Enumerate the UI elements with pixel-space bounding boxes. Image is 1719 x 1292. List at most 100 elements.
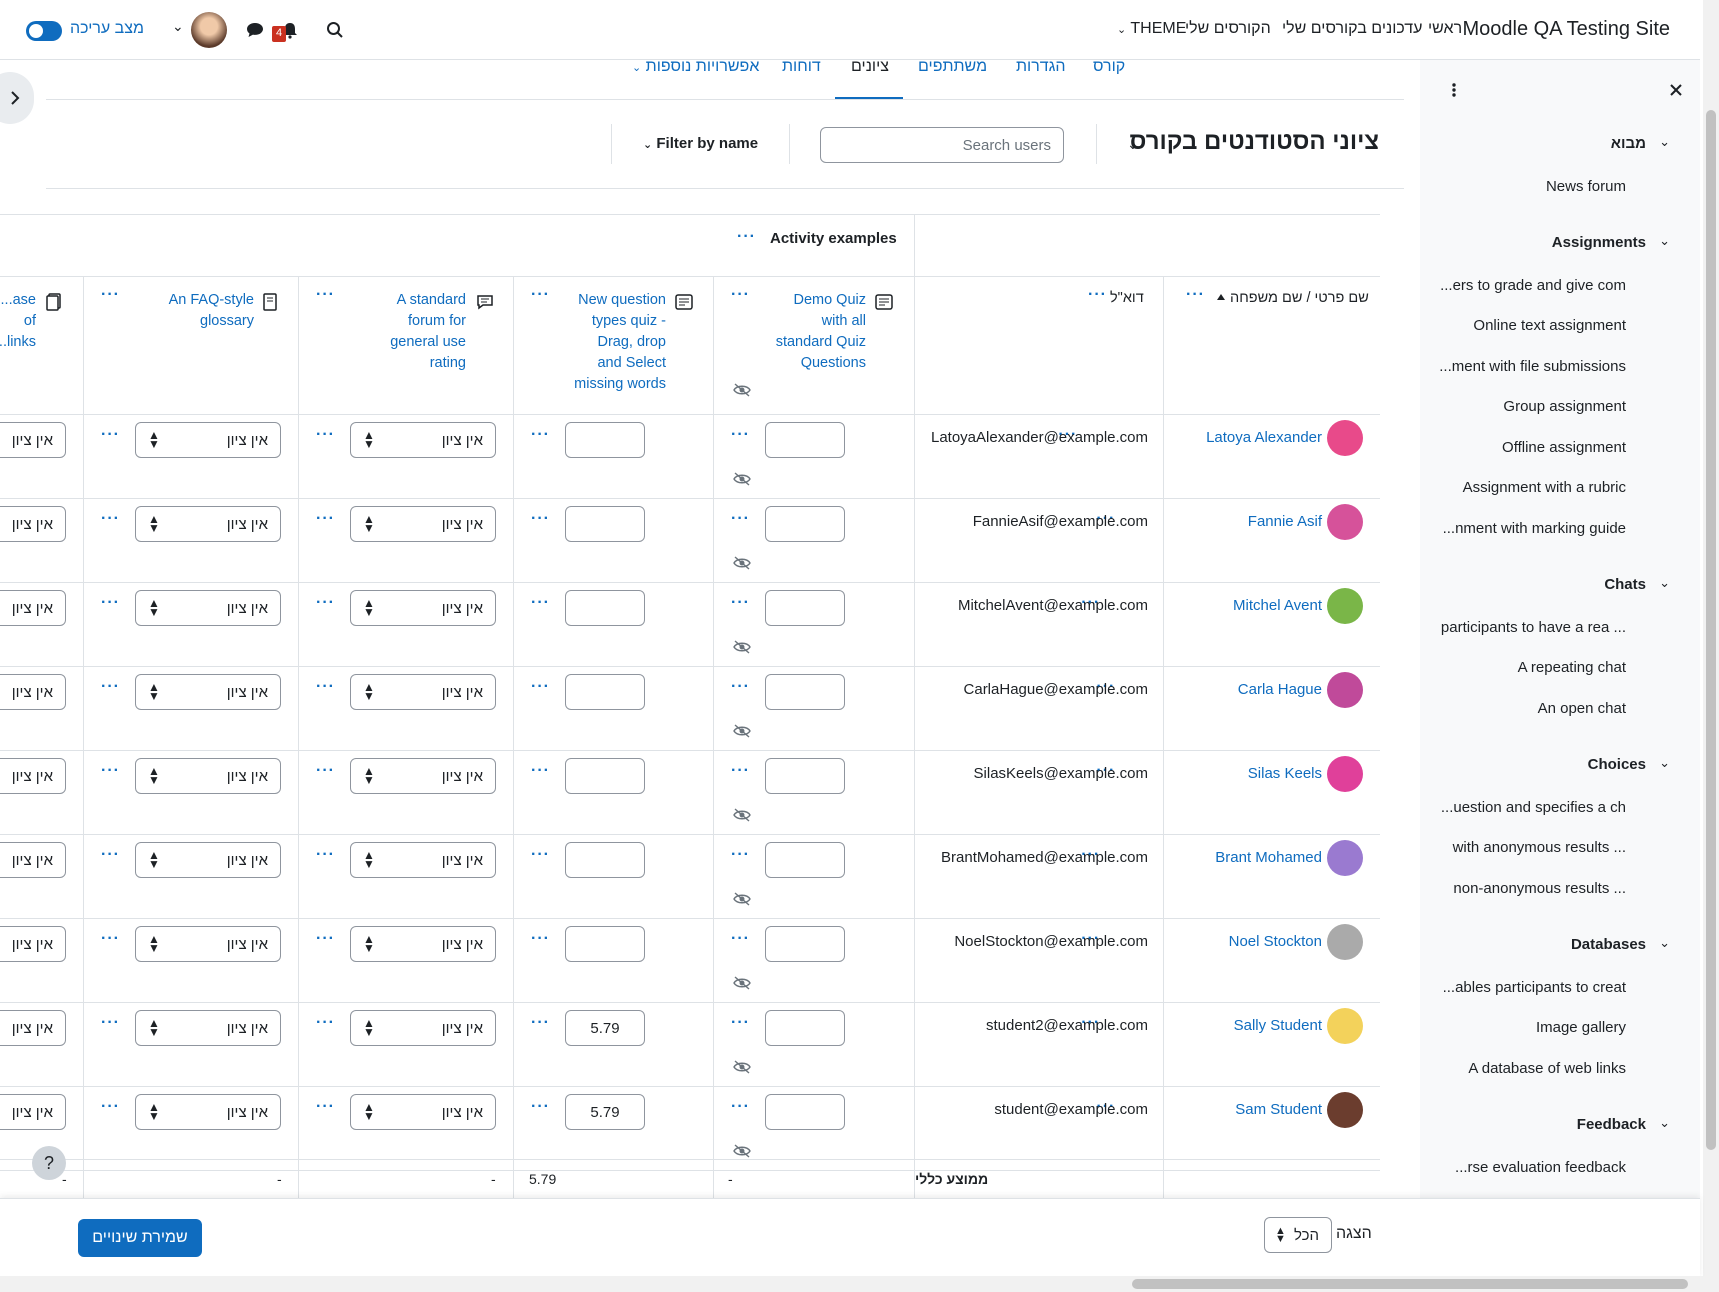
category-actions-icon[interactable]: ··· — [737, 228, 756, 246]
course-activity-link[interactable]: ...ables participants to creat — [1443, 979, 1626, 996]
tab-more[interactable]: ⌄ אפשרויות נוספות — [632, 58, 759, 76]
scrollbar-thumb[interactable] — [1132, 1279, 1688, 1289]
search-users-input[interactable]: Search users — [820, 127, 1064, 163]
grade-item-actions-icon[interactable]: ··· — [316, 286, 335, 304]
nav-theme[interactable]: ⌄ THEME — [1117, 20, 1186, 38]
grade-input-new-question-quiz[interactable] — [565, 422, 645, 458]
cell-actions-icon[interactable]: ··· — [731, 762, 750, 780]
grade-input-demo-quiz[interactable] — [765, 422, 845, 458]
cell-actions-icon[interactable]: ··· — [101, 594, 120, 612]
student-name-link[interactable]: Fannie Asif — [1248, 513, 1322, 530]
cell-actions-icon[interactable]: ··· — [101, 1098, 120, 1116]
grade-item-new-question-quiz[interactable]: New question types quiz - Drag, drop and… — [570, 290, 666, 395]
grade-select-database[interactable]: אין ציון — [0, 422, 66, 458]
grade-select-forum[interactable]: אין ציון ▲ ▼ — [350, 1010, 496, 1046]
student-name-link[interactable]: Mitchel Avent — [1233, 597, 1322, 614]
cell-actions-icon[interactable]: ··· — [731, 426, 750, 444]
open-course-index-button[interactable] — [0, 72, 34, 124]
more-vertical-icon[interactable] — [1450, 82, 1458, 98]
close-icon[interactable] — [1670, 84, 1682, 96]
grade-select-glossary[interactable]: אין ציון ▲ ▼ — [135, 674, 281, 710]
tab-participants[interactable]: משתתפים — [918, 58, 987, 76]
grade-input-new-question-quiz[interactable] — [565, 506, 645, 542]
grade-input-demo-quiz[interactable] — [765, 1094, 845, 1130]
grade-select-database[interactable]: אין ציון — [0, 926, 66, 962]
cell-actions-icon[interactable]: ··· — [316, 594, 335, 612]
chevron-down-icon[interactable]: ⌄ — [172, 18, 184, 35]
grade-item-actions-icon[interactable]: ··· — [101, 286, 120, 304]
course-section-5[interactable]: Feedback — [1577, 1116, 1646, 1133]
course-activity-link[interactable]: Image gallery — [1536, 1019, 1626, 1036]
grade-select-glossary[interactable]: אין ציון ▲ ▼ — [135, 842, 281, 878]
grade-input-demo-quiz[interactable] — [765, 1010, 845, 1046]
message-icon[interactable] — [246, 22, 264, 38]
student-name-link[interactable]: Brant Mohamed — [1215, 849, 1322, 866]
grade-select-forum[interactable]: אין ציון ▲ ▼ — [350, 590, 496, 626]
cell-actions-icon[interactable]: ··· — [531, 846, 550, 864]
cell-actions-icon[interactable]: ··· — [316, 930, 335, 948]
page-title[interactable]: ציוני הסטודנטים בקורס — [1130, 128, 1379, 156]
course-activity-link[interactable]: with anonymous results ... — [1453, 839, 1626, 856]
search-icon[interactable] — [326, 21, 344, 39]
cell-actions-icon[interactable]: ··· — [316, 510, 335, 528]
grade-select-database[interactable]: אין ציון — [0, 842, 66, 878]
course-activity-link[interactable]: ...ers to grade and give com — [1440, 277, 1626, 294]
cell-actions-icon[interactable]: ··· — [531, 510, 550, 528]
grade-input-demo-quiz[interactable] — [765, 926, 845, 962]
grade-item-actions-icon[interactable]: ··· — [531, 286, 550, 304]
grade-select-database[interactable]: אין ציון — [0, 590, 66, 626]
cell-actions-icon[interactable]: ··· — [531, 1098, 550, 1116]
column-header-email[interactable]: דוא"ל — [1110, 290, 1144, 306]
cell-actions-icon[interactable]: ··· — [731, 930, 750, 948]
grade-select-glossary[interactable]: אין ציון ▲ ▼ — [135, 926, 281, 962]
horizontal-scrollbar[interactable] — [0, 1276, 1703, 1292]
grade-input-new-question-quiz[interactable] — [565, 926, 645, 962]
course-section-3[interactable]: Choices — [1588, 756, 1646, 773]
site-name[interactable]: Moodle QA Testing Site — [1462, 18, 1670, 41]
course-activity-link[interactable]: ...nment with marking guide — [1443, 520, 1626, 537]
sort-asc-icon[interactable] — [1216, 293, 1226, 301]
grade-item-demo-quiz[interactable]: Demo Quiz with all standard Quiz Questio… — [770, 290, 866, 374]
cell-actions-icon[interactable]: ··· — [731, 678, 750, 696]
course-activity-link[interactable]: Assignment with a rubric — [1463, 479, 1626, 496]
chevron-down-icon[interactable]: ⌄ — [1659, 935, 1670, 951]
grade-select-database[interactable]: אין ציון — [0, 1010, 66, 1046]
view-select[interactable]: הכל ▲ ▼ — [1264, 1217, 1332, 1253]
cell-actions-icon[interactable]: ··· — [316, 678, 335, 696]
course-activity-link[interactable]: Offline assignment — [1502, 439, 1626, 456]
course-activity-link[interactable]: A database of web links — [1468, 1060, 1626, 1077]
grade-select-database[interactable]: אין ציון — [0, 674, 66, 710]
grade-input-new-question-quiz[interactable]: 5.79 — [565, 1010, 645, 1046]
chevron-down-icon[interactable]: ⌄ — [1659, 755, 1670, 771]
student-name-link[interactable]: Sam Student — [1235, 1101, 1322, 1118]
student-name-link[interactable]: Sally Student — [1234, 1017, 1322, 1034]
cell-actions-icon[interactable]: ··· — [731, 510, 750, 528]
grade-select-glossary[interactable]: אין ציון ▲ ▼ — [135, 590, 281, 626]
course-activity-link[interactable]: A repeating chat — [1518, 659, 1626, 676]
grade-select-forum[interactable]: אין ציון ▲ ▼ — [350, 758, 496, 794]
course-activity-link[interactable]: Online text assignment — [1473, 317, 1626, 334]
cell-actions-icon[interactable]: ··· — [731, 594, 750, 612]
grade-select-database[interactable]: אין ציון — [0, 1094, 66, 1130]
grade-input-demo-quiz[interactable] — [765, 590, 845, 626]
grade-item-standard-forum[interactable]: A standard forum for general use rating — [380, 290, 466, 374]
grade-select-forum[interactable]: אין ציון ▲ ▼ — [350, 674, 496, 710]
chevron-down-icon[interactable]: ⌄ — [1659, 233, 1670, 249]
student-name-link[interactable]: Carla Hague — [1238, 681, 1322, 698]
cell-actions-icon[interactable]: ··· — [316, 762, 335, 780]
grade-select-forum[interactable]: אין ציון ▲ ▼ — [350, 506, 496, 542]
column-header-name[interactable]: שם פרטי / שם משפחה — [1230, 290, 1369, 306]
cell-actions-icon[interactable]: ··· — [316, 426, 335, 444]
cell-actions-icon[interactable]: ··· — [531, 762, 550, 780]
cell-actions-icon[interactable]: ··· — [731, 1098, 750, 1116]
cell-actions-icon[interactable]: ··· — [101, 1014, 120, 1032]
grade-item-faq-glossary[interactable]: An FAQ-style glossary — [150, 290, 254, 332]
cell-actions-icon[interactable]: ··· — [531, 1014, 550, 1032]
cell-actions-icon[interactable]: ··· — [731, 846, 750, 864]
grade-select-forum[interactable]: אין ציון ▲ ▼ — [350, 422, 496, 458]
grade-select-glossary[interactable]: אין ציון ▲ ▼ — [135, 506, 281, 542]
grade-item-actions-icon[interactable]: ··· — [731, 286, 750, 304]
grade-select-forum[interactable]: אין ציון ▲ ▼ — [350, 842, 496, 878]
cell-actions-icon[interactable]: ··· — [531, 426, 550, 444]
cell-actions-icon[interactable]: ··· — [531, 594, 550, 612]
